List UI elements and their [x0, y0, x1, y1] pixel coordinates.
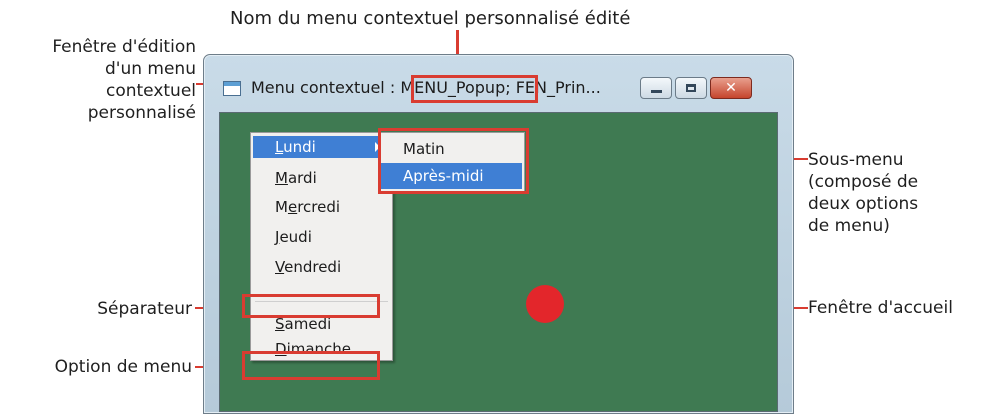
- menu-item-vendredi[interactable]: Vendredi: [253, 256, 390, 278]
- close-button[interactable]: ✕: [710, 77, 752, 99]
- context-menu-editor-window: Menu contextuel : MENU_Popup; FEN_Prin..…: [203, 54, 794, 414]
- menu-item-accel: L: [275, 138, 284, 156]
- menu-item-jeudi[interactable]: Jeudi: [253, 226, 390, 248]
- callout-submenu: Sous-menu (composé de deux options de me…: [808, 150, 919, 236]
- menu-item-accel: V: [275, 258, 285, 276]
- menu-item-accel: M: [275, 169, 288, 187]
- maximize-button[interactable]: [675, 77, 707, 99]
- minimize-button[interactable]: [640, 77, 672, 99]
- menu-item-mardi[interactable]: Mardi: [253, 167, 390, 189]
- menu-option-highlight: [242, 351, 380, 380]
- submenu-highlight: [378, 128, 529, 194]
- home-window-area[interactable]: Lundi Mardi Mercredi Jeudi Vendredi Same…: [219, 112, 778, 412]
- context-menu: Lundi Mardi Mercredi Jeudi Vendredi Same…: [250, 132, 393, 361]
- window-icon: [223, 81, 241, 96]
- callout-edit-window: Fenêtre d'édition d'un menu contextuel p…: [52, 37, 196, 123]
- window-title-prefix: Menu contextuel :: [251, 78, 401, 97]
- menu-item-prefix: M: [275, 198, 288, 216]
- callout-home-window: Fenêtre d'accueil: [808, 298, 953, 318]
- callout-menu-option: Option de menu: [54, 357, 192, 377]
- minimize-icon: [651, 90, 662, 93]
- close-icon: ✕: [725, 80, 737, 96]
- maximize-icon: [686, 84, 696, 92]
- menu-item-mercredi[interactable]: Mercredi: [253, 196, 390, 218]
- menu-item-accel: e: [287, 198, 298, 216]
- separator-highlight: [242, 294, 380, 318]
- menu-item-label: ardi: [287, 169, 317, 187]
- menu-item-label: rcredi: [297, 198, 341, 216]
- menu-item-label: eudi: [279, 228, 312, 246]
- menu-name-highlight: [411, 75, 538, 103]
- callout-separator: Séparateur: [97, 299, 192, 319]
- menu-item-lundi[interactable]: Lundi: [253, 136, 390, 158]
- menu-item-label: endredi: [284, 258, 342, 276]
- home-window-marker: [526, 285, 564, 323]
- top-caption: Nom du menu contextuel personnalisé édit…: [230, 8, 631, 29]
- menu-item-label: undi: [283, 138, 316, 156]
